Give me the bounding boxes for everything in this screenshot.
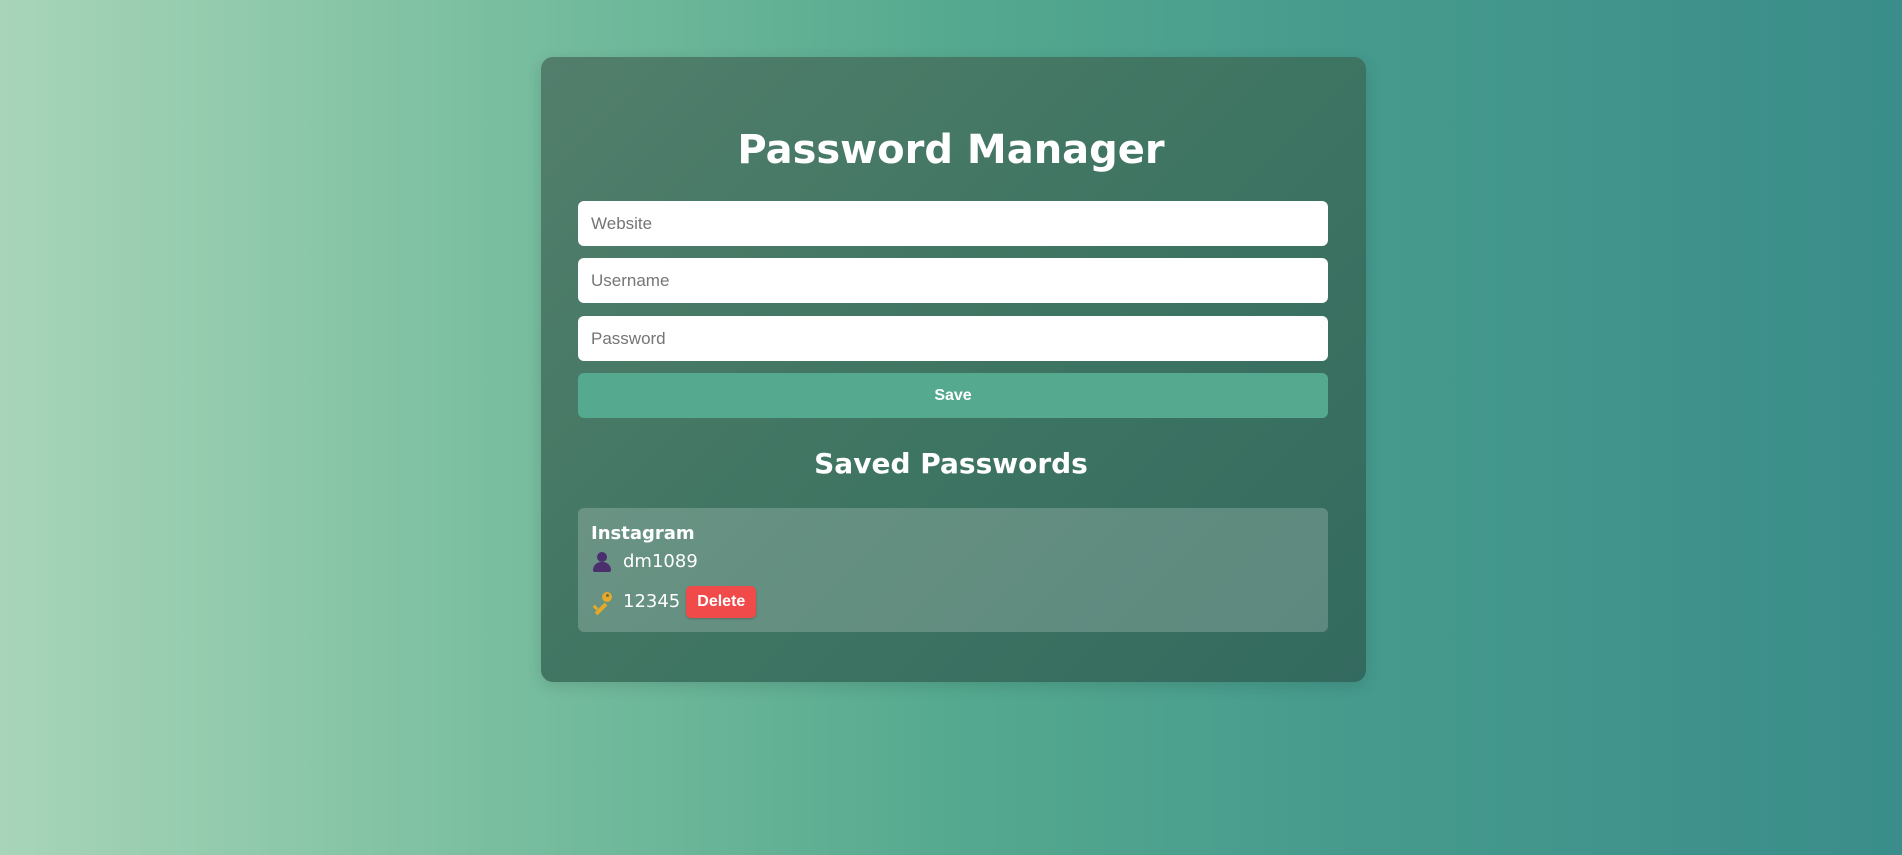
entry-website: Instagram	[591, 523, 695, 544]
key-icon	[591, 591, 613, 616]
entry-password: 12345	[623, 591, 681, 612]
entry-username: dm1089	[623, 551, 698, 572]
save-button[interactable]: Save	[578, 373, 1328, 418]
entry-username-row: dm1089	[591, 550, 698, 574]
website-input[interactable]	[578, 201, 1328, 246]
saved-password-entry: Instagram dm1089 12345 Delete	[578, 508, 1328, 632]
user-icon	[591, 551, 613, 573]
password-input[interactable]	[578, 316, 1328, 361]
page-title: Password Manager	[737, 127, 1165, 173]
entry-password-row: 12345 Delete	[591, 586, 757, 618]
delete-button[interactable]: Delete	[686, 586, 757, 618]
saved-passwords-heading: Saved Passwords	[814, 447, 1088, 480]
username-input[interactable]	[578, 258, 1328, 303]
